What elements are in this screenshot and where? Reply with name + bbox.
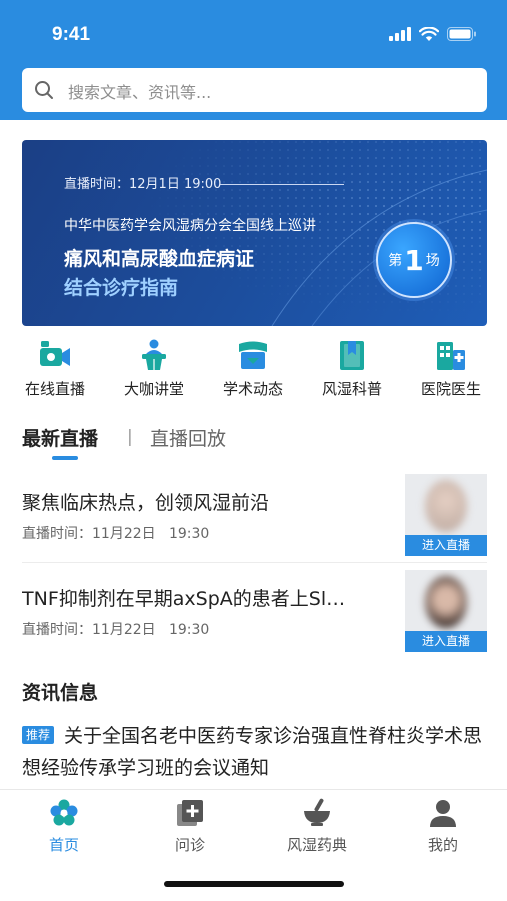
tabbar-label: 我的	[427, 836, 458, 854]
tabbar-profile[interactable]: 我的	[388, 798, 498, 855]
live-list-item[interactable]: TNF抑制剂在早期axSpA的患者上Sl… 直播时间：11月22日 19:30 …	[22, 570, 487, 654]
nav-label: 大咖讲堂	[123, 380, 184, 398]
tabbar-label: 问诊	[174, 836, 205, 854]
session-number-badge: 第 1 场	[376, 222, 452, 298]
tab-latest-live[interactable]: 最新直播	[22, 424, 98, 451]
nav-label: 医院医生	[420, 380, 481, 398]
news-section-heading: 资讯信息	[22, 682, 99, 704]
battery-icon	[447, 27, 476, 41]
list-divider	[22, 562, 487, 563]
badge-suffix: 场	[425, 253, 440, 269]
hospital-building-icon	[437, 342, 465, 370]
nav-item-hospital-doctor[interactable]: 医院医生	[402, 338, 500, 399]
status-time: 9:41	[52, 24, 91, 45]
lecture-podium-icon	[142, 339, 166, 370]
tabbar-label: 首页	[48, 836, 79, 854]
tabbar-consult[interactable]: 问诊	[135, 798, 245, 855]
search-icon	[35, 81, 53, 99]
nav-label: 风湿科普	[321, 380, 382, 398]
quick-nav: 在线直播 大咖讲堂 学术动态 风湿科普 医院医生	[0, 338, 507, 404]
tabbar-pharmacopeia[interactable]: 风湿药典	[262, 798, 372, 855]
nav-label: 在线直播	[24, 380, 85, 398]
nav-item-online-live[interactable]: 在线直播	[6, 338, 104, 399]
academic-book-icon	[239, 341, 267, 369]
home-flower-icon	[50, 799, 78, 826]
nav-item-academic-news[interactable]: 学术动态	[204, 338, 302, 399]
live-banner[interactable]: 直播时间：12月1日 19:00 中华中医药学会风湿病分会全国线上巡讲 痛风和高…	[22, 140, 487, 326]
cellular-signal-icon	[389, 27, 411, 41]
tabbar-home[interactable]: 首页	[9, 798, 119, 855]
nav-item-expert-lecture[interactable]: 大咖讲堂	[105, 338, 203, 399]
app-header: 9:41 搜索文章、资讯等...	[0, 0, 507, 120]
nav-item-rheumatism-science[interactable]: 风湿科普	[303, 338, 401, 399]
home-indicator	[164, 881, 344, 887]
badge-prefix: 第	[388, 253, 403, 269]
news-item[interactable]: 推荐 关于全国名老中医药专家诊治强直性脊柱炎学术思想经验传承学习班的会议通知	[22, 720, 492, 784]
badge-number: 1	[404, 243, 424, 277]
search-bar[interactable]: 搜索文章、资讯等...	[22, 68, 487, 112]
banner-organizer: 中华中医药学会风湿病分会全国线上巡讲	[64, 218, 316, 234]
nav-label: 学术动态	[222, 380, 283, 398]
speaker-photo	[425, 480, 467, 532]
banner-divider-line	[220, 184, 344, 185]
enter-live-button[interactable]: 进入直播	[405, 535, 487, 556]
bookmark-book-icon	[340, 341, 364, 370]
live-time: 直播时间：11月22日 19:30	[22, 526, 210, 542]
live-time: 直播时间：11月22日 19:30	[22, 622, 210, 638]
tab-separator: |	[127, 427, 133, 447]
enter-live-button[interactable]: 进入直播	[405, 631, 487, 652]
consult-plus-icon	[177, 800, 203, 826]
video-camera-icon	[40, 341, 70, 366]
live-title: TNF抑制剂在早期axSpA的患者上Sl…	[22, 588, 346, 610]
wifi-icon	[419, 26, 439, 41]
status-bar: 9:41	[0, 0, 507, 60]
live-tabs: 最新直播 | 直播回放	[22, 424, 482, 464]
speaker-thumbnail: 进入直播	[405, 570, 487, 652]
banner-title-line2: 结合诊疗指南	[64, 277, 179, 299]
banner-title-line1: 痛风和高尿酸血症病证	[64, 248, 255, 270]
news-title: 关于全国名老中医药专家诊治强直性脊柱炎学术思想经验传承学习班的会议通知	[22, 725, 483, 779]
mortar-pestle-icon	[304, 798, 330, 826]
tabbar-label: 风湿药典	[286, 836, 347, 854]
profile-user-icon	[430, 800, 456, 827]
tab-live-replay[interactable]: 直播回放	[150, 424, 226, 451]
live-list-item[interactable]: 聚焦临床热点，创领风湿前沿 直播时间：11月22日 19:30 进入直播	[22, 474, 487, 558]
speaker-thumbnail: 进入直播	[405, 474, 487, 556]
status-icons	[389, 26, 477, 42]
recommend-tag: 推荐	[22, 726, 55, 744]
live-title: 聚焦临床热点，创领风湿前沿	[22, 492, 270, 514]
speaker-photo	[425, 576, 467, 628]
search-placeholder: 搜索文章、资讯等...	[68, 83, 212, 102]
banner-live-time: 直播时间：12月1日 19:00	[64, 177, 222, 192]
active-tab-indicator	[52, 456, 78, 460]
